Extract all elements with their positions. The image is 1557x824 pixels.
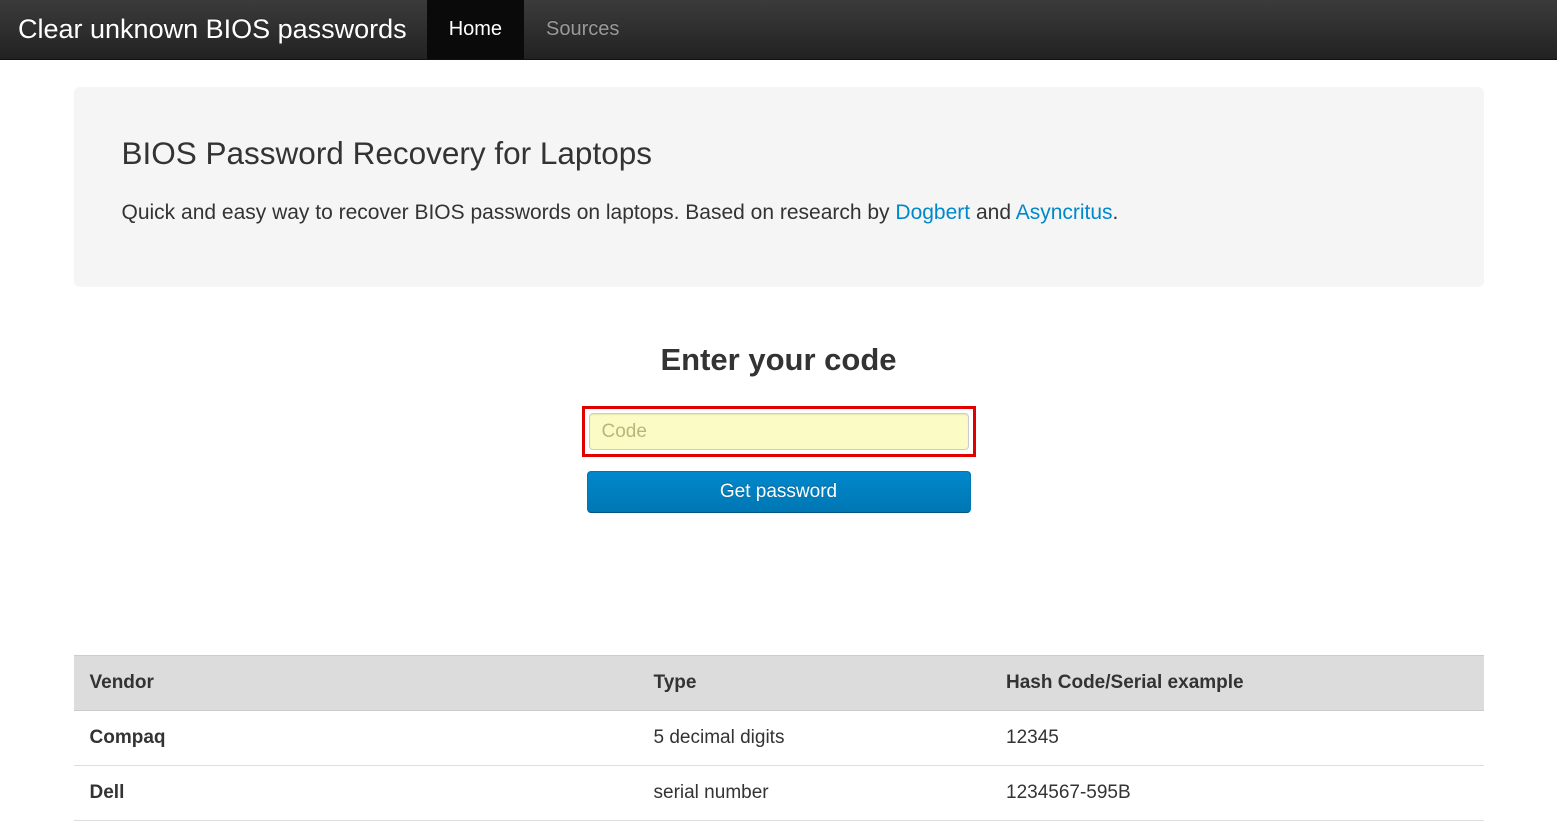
hero-title: BIOS Password Recovery for Laptops: [122, 135, 1436, 172]
code-input[interactable]: [589, 413, 969, 450]
cell-vendor: Dell: [74, 766, 638, 821]
cell-vendor: Compaq: [74, 711, 638, 766]
link-dogbert[interactable]: Dogbert: [895, 201, 970, 224]
hero-lead: Quick and easy way to recover BIOS passw…: [122, 198, 1436, 227]
col-example: Hash Code/Serial example: [990, 656, 1484, 711]
vendor-table-wrap: Vendor Type Hash Code/Serial example Com…: [74, 655, 1484, 821]
cell-type: serial number: [638, 766, 991, 821]
get-password-button[interactable]: Get password: [587, 471, 971, 513]
table-row: Dell serial number 1234567-595B: [74, 766, 1484, 821]
hero-panel: BIOS Password Recovery for Laptops Quick…: [74, 87, 1484, 287]
form-heading: Enter your code: [74, 342, 1484, 378]
hero-lead-pre: Quick and easy way to recover BIOS passw…: [122, 201, 896, 224]
cell-example: 12345: [990, 711, 1484, 766]
site-brand[interactable]: Clear unknown BIOS passwords: [18, 0, 427, 59]
hero-lead-post: .: [1113, 201, 1119, 224]
code-input-highlight: [582, 406, 976, 457]
col-type: Type: [638, 656, 991, 711]
vendor-table: Vendor Type Hash Code/Serial example Com…: [74, 655, 1484, 821]
navbar: Clear unknown BIOS passwords Home Source…: [0, 0, 1557, 60]
col-vendor: Vendor: [74, 656, 638, 711]
table-row: Compaq 5 decimal digits 12345: [74, 711, 1484, 766]
form-section: Enter your code Get password: [74, 342, 1484, 513]
hero-lead-mid: and: [970, 201, 1016, 224]
cell-example: 1234567-595B: [990, 766, 1484, 821]
cell-type: 5 decimal digits: [638, 711, 991, 766]
nav-home[interactable]: Home: [427, 0, 524, 59]
nav-sources[interactable]: Sources: [524, 0, 641, 59]
link-asyncritus[interactable]: Asyncritus: [1016, 201, 1113, 224]
